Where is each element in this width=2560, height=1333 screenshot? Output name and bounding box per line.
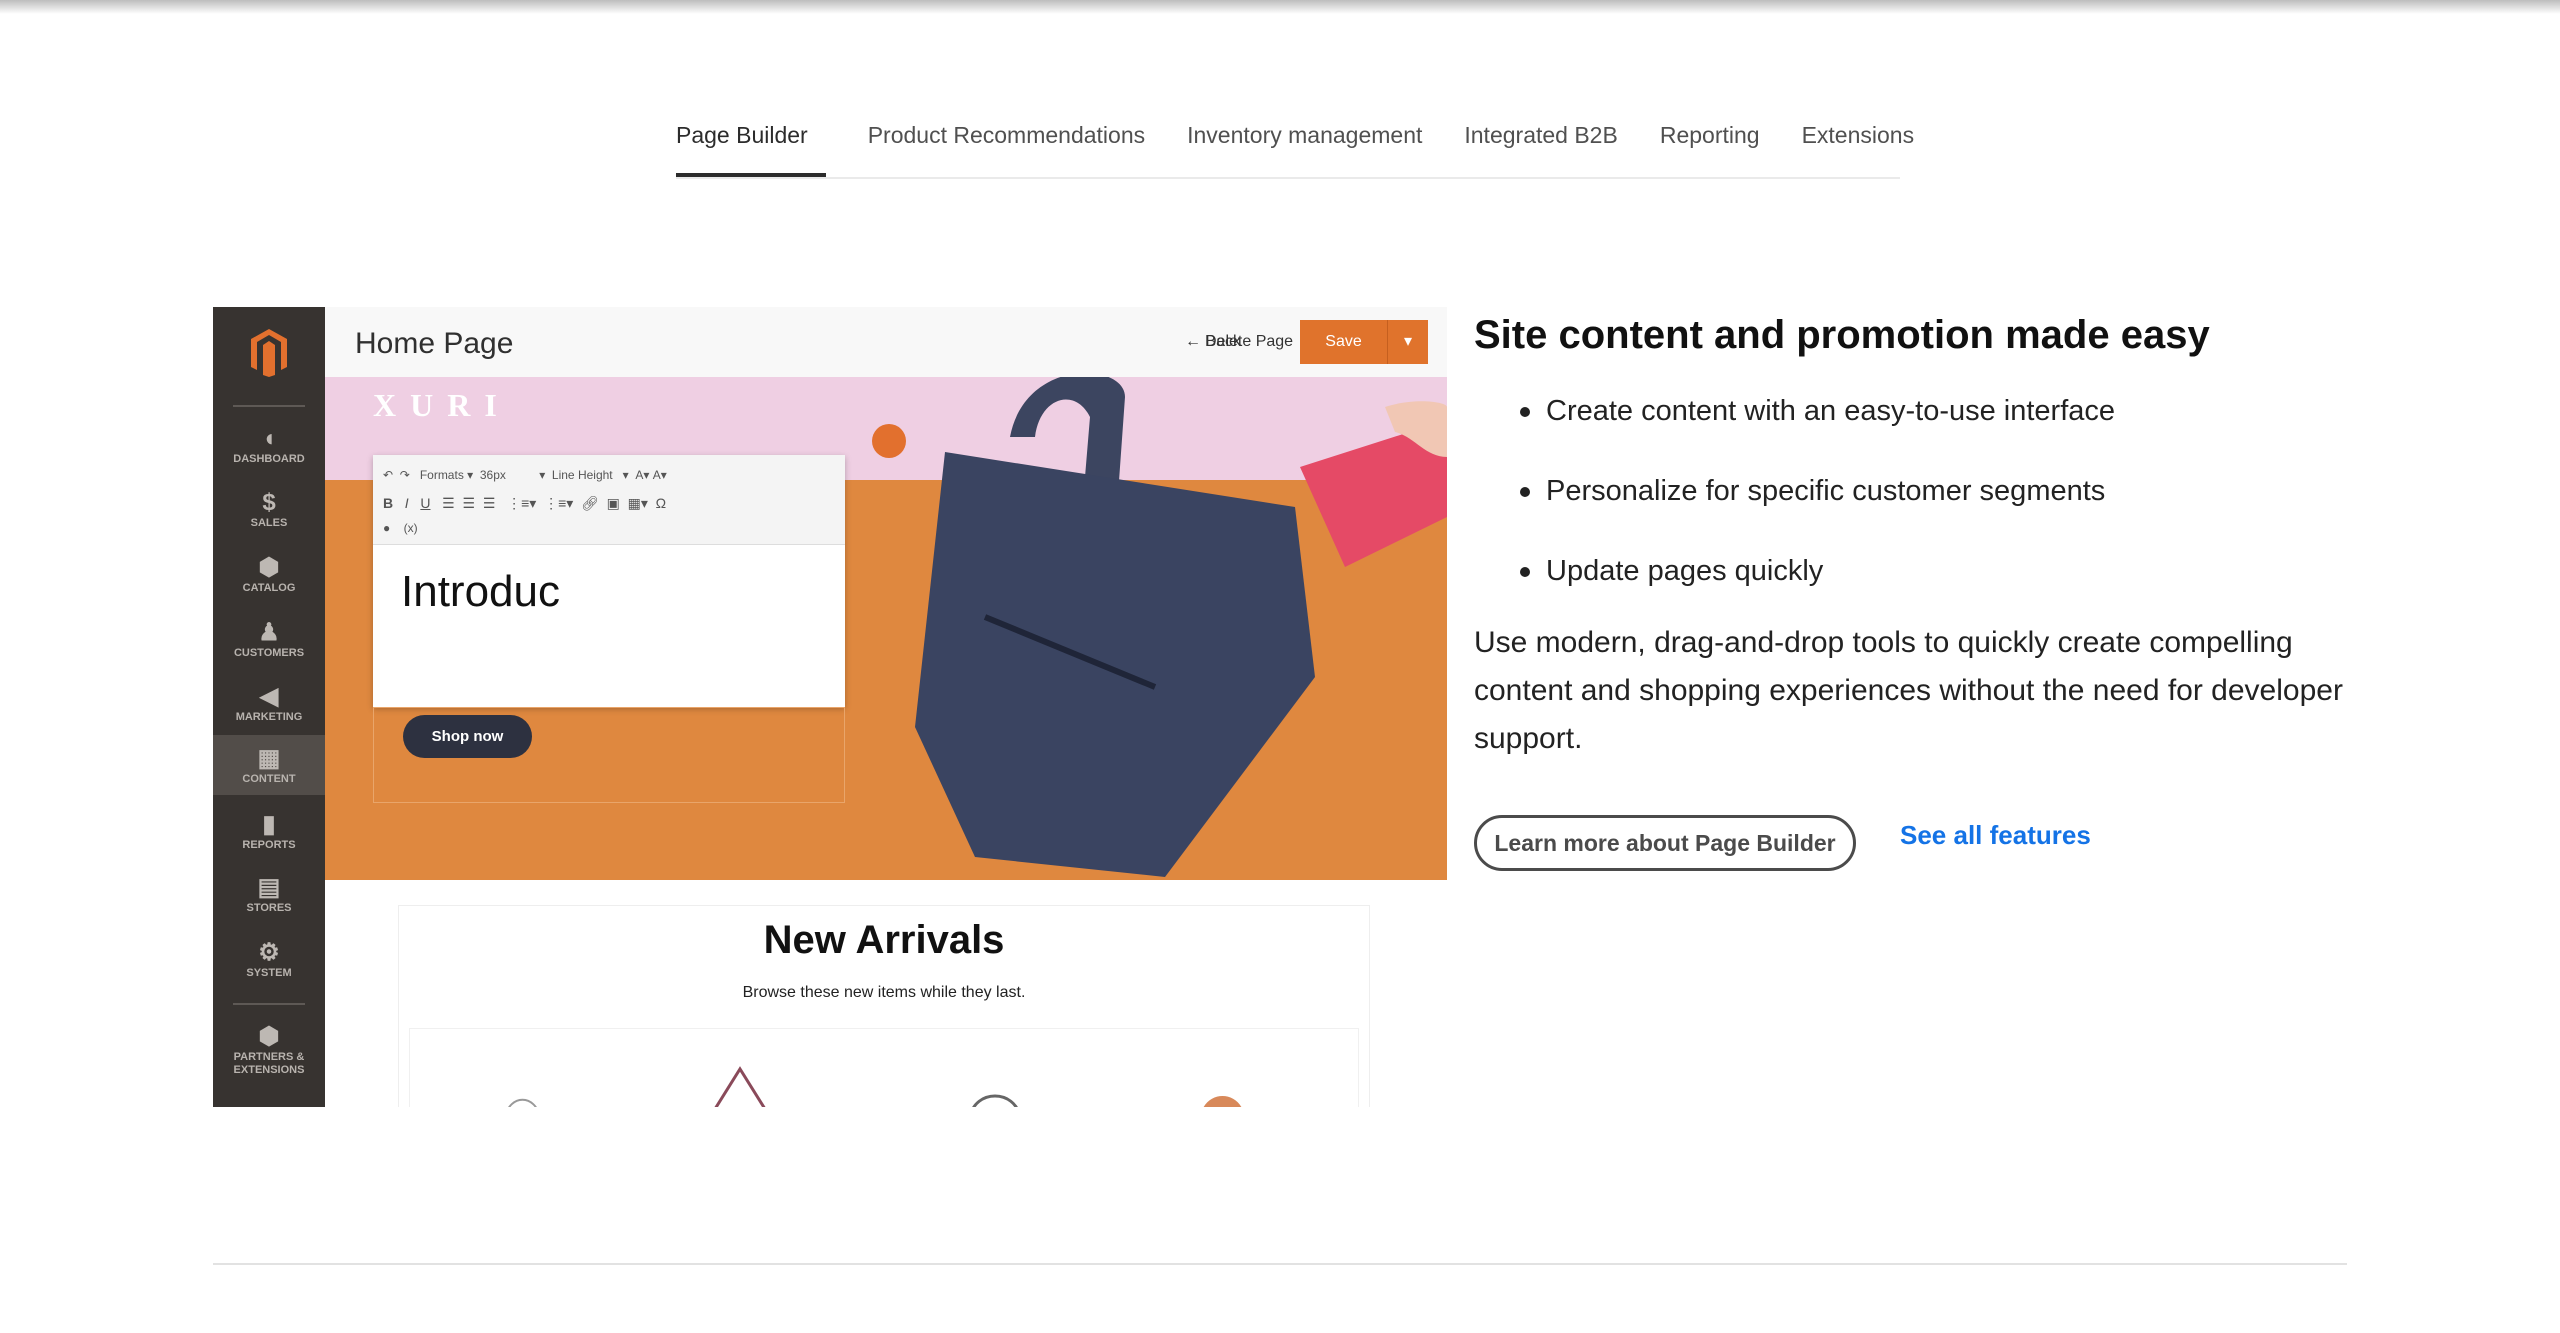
sidebar-divider (233, 405, 305, 407)
bar-chart-icon: ▮ (262, 811, 276, 838)
widget-icon[interactable]: ● (383, 521, 390, 535)
sidebar-item-system[interactable]: ⚙ SYSTEM (213, 939, 325, 980)
image-icon[interactable]: ▣ (607, 495, 620, 511)
variable-icon[interactable]: (x) (404, 521, 418, 535)
extensions-icon: ⬢ (258, 1023, 280, 1050)
italic-icon[interactable]: I (405, 495, 409, 511)
chevron-down-icon[interactable]: ▾ (1388, 320, 1428, 364)
line-height-dropdown[interactable]: Line Height (552, 468, 613, 482)
sidebar-item-dashboard[interactable]: ◖ DASHBOARD (213, 425, 325, 466)
feature-paragraph: Use modern, drag-and-drop tools to quick… (1474, 626, 2343, 755)
save-button[interactable]: Save ▾ (1300, 320, 1428, 364)
align-right-icon[interactable]: ☰ (483, 495, 496, 511)
hero-banner: XURI ↶ ↷ Formats ▾ 36px ▾ Line Height ▾ … (325, 377, 1447, 880)
align-center-icon[interactable]: ☰ (463, 495, 476, 511)
admin-sidebar: ◖ DASHBOARD $ SALES ⬢ CATALOG ♟ CUSTOMERS ◀ M… (213, 307, 325, 1107)
bold-icon[interactable]: B (383, 495, 393, 511)
bullet-item: Personalize for specific customer segmen… (1474, 451, 2354, 531)
numbered-list-icon[interactable]: ⋮≡▾ (507, 495, 536, 511)
formats-dropdown[interactable]: Formats (420, 468, 464, 482)
sidebar-item-stores[interactable]: ▤ STORES (213, 874, 325, 915)
redo-icon[interactable]: ↷ (400, 468, 410, 482)
sidebar-item-customers[interactable]: ♟ CUSTOMERS (213, 619, 325, 660)
bullet-list-icon[interactable]: ⋮≡▾ (544, 495, 573, 511)
text-editor[interactable]: ↶ ↷ Formats ▾ 36px ▾ Line Height ▾ A▾ A▾… (373, 455, 845, 707)
see-all-features-link[interactable]: See all features (1900, 820, 2091, 851)
feature-description: Site content and promotion made easy Cre… (1474, 305, 2354, 763)
learn-more-button[interactable]: Learn more about Page Builder (1474, 815, 1856, 871)
tab-reporting[interactable]: Reporting (1660, 115, 1760, 177)
editor-toolbar: ↶ ↷ Formats ▾ 36px ▾ Line Height ▾ A▾ A▾… (373, 455, 845, 545)
underline-icon[interactable]: U (420, 495, 430, 511)
feature-bullets: Create content with an easy-to-use inter… (1474, 371, 2354, 611)
box-icon: ⬢ (258, 554, 280, 581)
tab-product-recommendations[interactable]: Product Recommendations (868, 115, 1145, 177)
magento-logo-icon (251, 329, 287, 377)
arrow-left-icon: ← (1185, 333, 1206, 350)
sidebar-item-reports[interactable]: ▮ REPORTS (213, 811, 325, 852)
sidebar-item-partners-extensions[interactable]: ⬢ PARTNERS & EXTENSIONS (213, 1023, 325, 1077)
shop-now-button[interactable]: Shop now (403, 715, 532, 758)
highlight-icon[interactable]: A▾ (653, 468, 667, 482)
gauge-icon: ◖ (261, 425, 277, 452)
sidebar-item-marketing[interactable]: ◀ MARKETING (213, 683, 325, 724)
tab-extensions[interactable]: Extensions (1802, 115, 1915, 177)
tab-integrated-b2b[interactable]: Integrated B2B (1464, 115, 1617, 177)
special-char-icon[interactable]: Ω (656, 495, 666, 511)
link-icon[interactable]: 🔗︎ (581, 495, 599, 511)
gear-icon: ⚙ (258, 939, 280, 966)
new-arrivals-heading: New Arrivals (763, 918, 1005, 962)
text-color-icon[interactable]: A▾ (635, 468, 649, 482)
feature-tabs: Page Builder Product Recommendations Inv… (676, 115, 1914, 179)
sidebar-item-catalog[interactable]: ⬢ CATALOG (213, 554, 325, 595)
feature-heading: Site content and promotion made easy (1474, 313, 2210, 357)
bullet-item: Update pages quickly (1474, 531, 2354, 611)
sidebar-item-content[interactable]: ▦ CONTENT (213, 735, 325, 795)
sidebar-divider (233, 1003, 305, 1005)
admin-header: Home Page ← Back Delete Page Save ▾ (325, 307, 1447, 377)
editor-text: Introduc (401, 567, 560, 616)
table-icon[interactable]: ▦▾ (628, 495, 648, 511)
new-arrivals-section: New Arrivals Browse these new items whil… (398, 905, 1370, 1107)
handbag-image (915, 377, 1447, 877)
delete-page-button[interactable]: Delete Page (1205, 333, 1293, 351)
tab-inventory-management[interactable]: Inventory management (1187, 115, 1422, 177)
megaphone-icon: ◀ (259, 683, 279, 710)
align-left-icon[interactable]: ☰ (442, 495, 455, 511)
store-icon: ▤ (257, 874, 281, 901)
dollar-icon: $ (262, 489, 276, 516)
layout-icon: ▦ (257, 745, 281, 772)
person-icon: ♟ (258, 619, 280, 646)
page-title: Home Page (355, 327, 514, 360)
section-divider (213, 1263, 2347, 1265)
font-size-dropdown[interactable]: 36px (480, 468, 506, 482)
new-arrivals-subtitle: Browse these new items while they last. (742, 984, 1026, 1001)
page-builder-screenshot: ◖ DASHBOARD $ SALES ⬢ CATALOG ♟ CUSTOMERS ◀ M… (213, 307, 1447, 1107)
undo-icon[interactable]: ↶ (383, 468, 393, 482)
product-thumbnails (508, 1066, 1242, 1107)
top-shadow (0, 0, 2560, 14)
tab-page-builder[interactable]: Page Builder (676, 115, 826, 177)
brand-logo: XURI (373, 387, 511, 423)
bullet-item: Create content with an easy-to-use inter… (1474, 371, 2354, 451)
sidebar-item-sales[interactable]: $ SALES (213, 489, 325, 530)
product-grid (409, 1028, 1359, 1107)
